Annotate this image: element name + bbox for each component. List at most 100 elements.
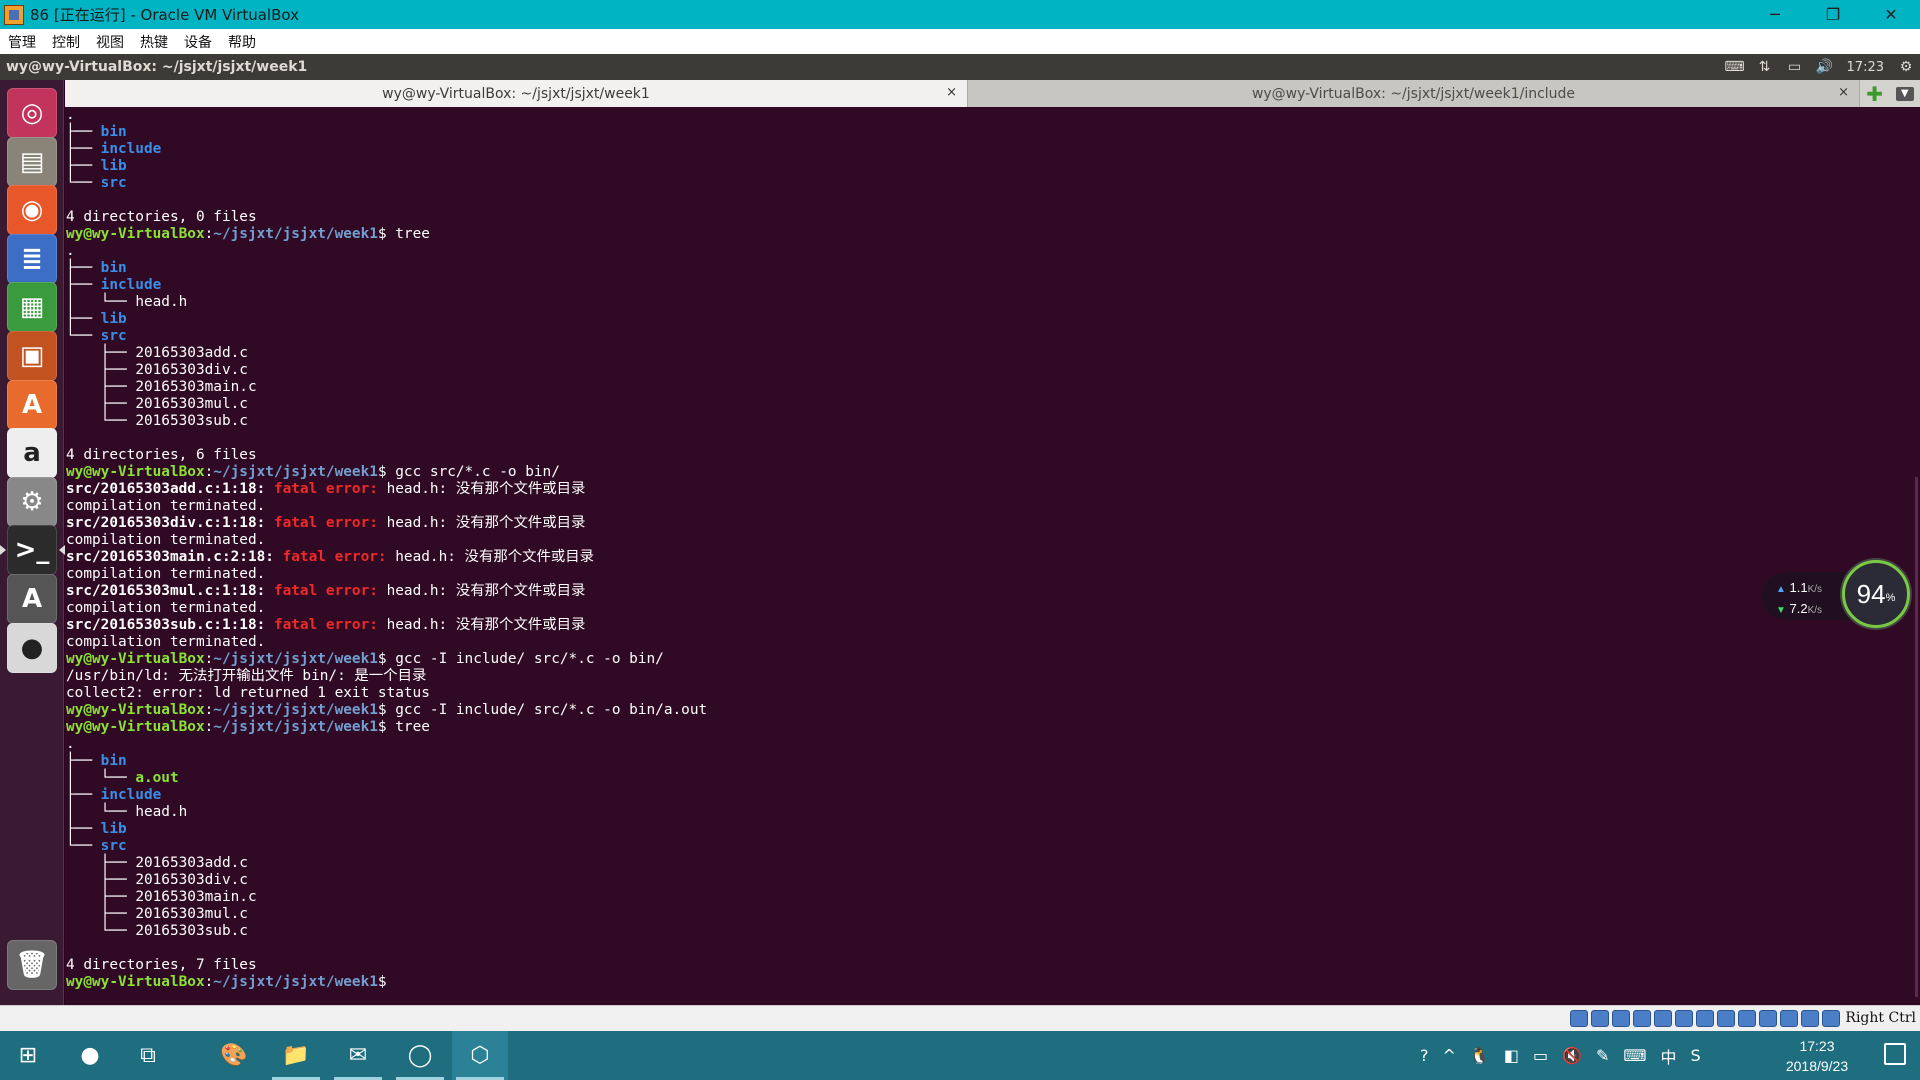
terminal-segment: ├── <box>66 821 101 837</box>
terminal-line: │ └── head.h <box>66 294 707 311</box>
minimize-button[interactable]: ─ <box>1746 0 1804 29</box>
close-button[interactable]: ✕ <box>1862 0 1920 29</box>
terminal-output[interactable]: . ├── bin ├── include ├── lib └── src 4 direc… <box>65 107 1920 1005</box>
launcher-trash-icon[interactable]: 🗑 <box>7 940 57 990</box>
terminal-segment: ~/jsjxt/jsjxt/week1 <box>213 974 378 990</box>
terminal-segment: fatal error: <box>282 549 396 565</box>
qq-icon[interactable]: 🐧 <box>1470 1046 1490 1065</box>
vm-device-icon[interactable] <box>1738 1010 1756 1027</box>
clock-time: 17:23 <box>1799 1038 1835 1054</box>
battery-icon[interactable]: ▭ <box>1787 59 1803 75</box>
chevron-up-icon[interactable]: ^ <box>1443 1046 1456 1065</box>
gear-icon[interactable]: ⚙ <box>1898 59 1914 75</box>
terminal-line: wy@wy-VirtualBox:~/jsjxt/jsjxt/week1$ gc… <box>66 651 707 668</box>
close-icon[interactable]: × <box>946 85 957 100</box>
terminal-line: wy@wy-VirtualBox:~/jsjxt/jsjxt/week1$ <box>66 974 707 991</box>
launcher-system-settings-icon[interactable]: ⚙ <box>7 476 57 527</box>
task-view-icon[interactable]: ⧉ <box>120 1031 176 1080</box>
close-icon[interactable]: × <box>1838 85 1849 100</box>
terminal-segment: 4 directories, 0 files <box>66 209 257 225</box>
terminal-segment: ~/jsjxt/jsjxt/week1 <box>213 719 378 735</box>
terminal-segment: 20165303div.c <box>135 872 248 888</box>
vm-device-icon[interactable] <box>1717 1010 1735 1027</box>
terminal-line: compilation terminated. <box>66 566 707 583</box>
chevron-down-icon[interactable]: ▼ <box>1895 86 1914 101</box>
panel-clock[interactable]: 17:23 <box>1847 60 1884 75</box>
launcher-firefox-icon[interactable]: ◉ <box>7 185 57 236</box>
memory-usage-gauge[interactable]: 94% <box>1842 560 1910 628</box>
terminal-segment: wy@wy-VirtualBox <box>66 651 205 667</box>
tab-week1[interactable]: wy@wy-VirtualBox: ~/jsjxt/jsjxt/week1 × <box>65 80 968 107</box>
notification-icon[interactable] <box>1884 1043 1906 1065</box>
launcher-calc-icon[interactable]: ▦ <box>7 282 57 333</box>
vm-device-icon[interactable] <box>1654 1010 1672 1027</box>
vm-device-icon[interactable] <box>1633 1010 1651 1027</box>
terminal-segment: ~/jsjxt/jsjxt/week1 <box>213 651 378 667</box>
restore-button[interactable]: ❐ <box>1804 0 1862 29</box>
menu-manage[interactable]: 管理 <box>0 32 44 52</box>
terminal-scrollbar[interactable] <box>1915 477 1918 997</box>
terminal-segment: : <box>204 226 214 242</box>
terminal-segment: │ └── <box>66 804 136 820</box>
menu-hotkey[interactable]: 热键 <box>132 32 176 52</box>
vm-device-icon[interactable] <box>1696 1010 1714 1027</box>
kingsoft-icon[interactable]: ✉ <box>330 1031 386 1080</box>
terminal-segment: lib <box>100 311 127 327</box>
menu-devices[interactable]: 设备 <box>176 32 220 52</box>
volume-icon[interactable]: 🔊 <box>1816 59 1833 75</box>
mute-icon[interactable]: 🔇 <box>1562 1046 1582 1065</box>
ime-indicator[interactable]: 中 <box>1661 1044 1677 1068</box>
host-key-label: Right Ctrl <box>1845 1010 1916 1026</box>
vm-device-icon[interactable] <box>1591 1010 1609 1027</box>
terminal-line: wy@wy-VirtualBox:~/jsjxt/jsjxt/week1$ gc… <box>66 702 707 719</box>
menu-control[interactable]: 控制 <box>44 32 88 52</box>
vm-device-icon[interactable] <box>1570 1010 1588 1027</box>
terminal-line: ├── bin <box>66 124 707 141</box>
sogou-icon[interactable]: S <box>1691 1046 1701 1065</box>
vm-device-icon[interactable] <box>1822 1010 1840 1027</box>
launcher-dvd-icon[interactable]: ● <box>7 622 57 673</box>
launcher-ubuntu-dash-icon[interactable]: ◎ <box>7 88 57 138</box>
terminal-segment: │ └── <box>66 294 136 310</box>
launcher-software-center-icon[interactable]: A <box>7 379 57 430</box>
terminal-segment: │ └── <box>66 770 136 786</box>
keyboard-icon[interactable]: ⌨ <box>1724 59 1744 75</box>
help-icon[interactable]: ? <box>1420 1046 1429 1065</box>
battery-icon[interactable]: ▭ <box>1533 1046 1548 1065</box>
keyboard-icon[interactable]: ⌨ <box>1623 1046 1646 1065</box>
vm-device-icon[interactable] <box>1780 1010 1798 1027</box>
vm-device-icon[interactable] <box>1612 1010 1630 1027</box>
pen-icon[interactable]: ✎ <box>1596 1046 1609 1065</box>
app-tray-icon[interactable]: ◧ <box>1504 1046 1519 1065</box>
explorer-icon[interactable]: 📁 <box>268 1031 324 1080</box>
launcher-writer-icon[interactable]: ≣ <box>7 233 57 284</box>
tab-include[interactable]: wy@wy-VirtualBox: ~/jsjxt/jsjxt/week1/in… <box>968 80 1860 107</box>
network-icon[interactable]: ⇅ <box>1757 59 1773 75</box>
terminal-segment: wy@wy-VirtualBox <box>66 974 205 990</box>
menu-help[interactable]: 帮助 <box>220 32 264 52</box>
virtualbox-icon[interactable]: ⬡ <box>452 1031 508 1080</box>
launcher-impress-icon[interactable]: ▣ <box>7 331 57 381</box>
cortana-icon[interactable]: ● <box>62 1031 118 1080</box>
network-speed-widget[interactable]: ▲ 1.1K/s ▼ 7.2K/s 94% <box>1762 560 1912 632</box>
terminal-segment: ├── <box>66 379 136 395</box>
terminal-segment: 20165303main.c <box>135 379 257 395</box>
vm-device-icon[interactable] <box>1759 1010 1777 1027</box>
upload-speed: 1.1 <box>1789 580 1808 595</box>
qq-browser-icon[interactable]: ◯ <box>392 1031 448 1080</box>
paint-icon[interactable]: 🎨 <box>206 1031 262 1080</box>
launcher-amazon-icon[interactable]: a <box>7 428 57 479</box>
launcher-terminal-icon[interactable]: >_ <box>0 525 65 576</box>
terminal-segment: src <box>100 175 127 191</box>
vm-device-icon[interactable] <box>1675 1010 1693 1027</box>
vm-device-icon[interactable] <box>1801 1010 1819 1027</box>
taskbar-clock[interactable]: 17:23 2018/9/23 <box>1772 1036 1862 1076</box>
start-icon[interactable]: ⊞ <box>0 1031 56 1080</box>
terminal-line: └── 20165303sub.c <box>66 413 707 430</box>
launcher-files-icon[interactable]: ▤ <box>7 136 57 187</box>
new-tab-icon[interactable]: ✚ <box>1866 82 1883 106</box>
terminal-segment: ├── <box>66 277 101 293</box>
terminal-line: ├── include <box>66 277 707 294</box>
menu-view[interactable]: 视图 <box>88 32 132 52</box>
launcher-software-updater-icon[interactable]: A <box>7 574 57 624</box>
